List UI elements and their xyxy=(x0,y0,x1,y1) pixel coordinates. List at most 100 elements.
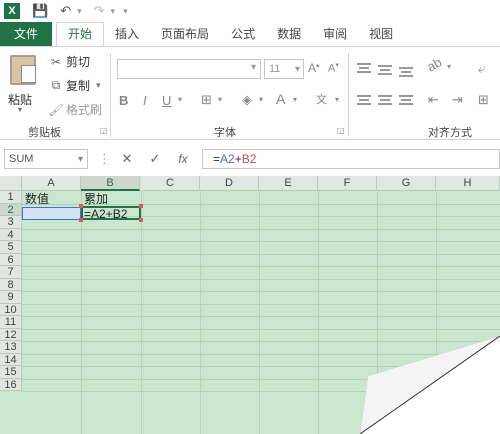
gridline xyxy=(22,291,500,292)
column-header[interactable]: B xyxy=(81,176,140,191)
shrink-font-icon[interactable]: A▾ xyxy=(328,61,339,75)
merge-center-icon[interactable]: ⊞ xyxy=(478,92,489,108)
tab-insert[interactable]: 插入 xyxy=(104,22,150,46)
ref-handle[interactable] xyxy=(139,204,143,208)
fill-color-dropdown-icon[interactable]: ▾ xyxy=(259,95,263,104)
tab-home[interactable]: 开始 xyxy=(56,22,105,46)
enter-icon[interactable]: ✓ xyxy=(146,149,164,169)
gridline xyxy=(22,303,500,305)
redo-icon[interactable]: ↷ xyxy=(94,3,105,19)
tab-review[interactable]: 审阅 xyxy=(312,22,358,46)
align-center-icon[interactable] xyxy=(378,95,392,105)
row-header[interactable]: 12 xyxy=(0,328,22,341)
column-header[interactable]: A xyxy=(22,176,81,191)
cell-b2[interactable]: =A2+B2 xyxy=(82,208,127,220)
undo-icon[interactable]: ↶ xyxy=(60,3,71,19)
border-icon[interactable]: ⊞ xyxy=(201,92,212,108)
worksheet-grid[interactable]: 数值 累加 =A2+B2 A B C D E F G H 1 2 3 4 5 6 7 8 9 10 11 12 13 14… xyxy=(0,176,500,434)
formula-input[interactable]: =A2+B2 xyxy=(202,149,500,169)
row-header[interactable]: 10 xyxy=(0,303,22,316)
font-color-dropdown-icon[interactable]: ▾ xyxy=(293,95,297,104)
fill-color-icon[interactable]: ◈ xyxy=(242,92,252,108)
align-bottom-icon[interactable] xyxy=(399,67,413,77)
select-all-corner[interactable] xyxy=(0,176,22,191)
decrease-indent-icon[interactable]: ⇤ xyxy=(428,92,439,108)
name-box[interactable]: SUM xyxy=(4,149,88,169)
row-header[interactable]: 16 xyxy=(0,378,22,391)
tab-file[interactable]: 文件 xyxy=(0,22,53,46)
undo-dropdown-icon[interactable]: ▾ xyxy=(77,6,82,17)
ribbon: 粘贴 ▾ ✂ 剪切 ⧉ 复制 ▾ 🖌 格式刷 剪贴板 ◲ 11 A▴ A▾ B … xyxy=(0,46,500,140)
paste-icon[interactable] xyxy=(10,55,36,85)
row-header[interactable]: 14 xyxy=(0,353,22,366)
align-left-icon[interactable] xyxy=(357,95,371,105)
column-header[interactable]: H xyxy=(436,176,500,191)
copy-button[interactable]: ⧉ 复制 ▾ xyxy=(48,77,101,94)
redo-dropdown-icon[interactable]: ▾ xyxy=(111,6,116,17)
align-top-icon[interactable] xyxy=(357,63,371,73)
paste-dropdown-icon[interactable]: ▾ xyxy=(18,105,22,114)
clipboard-launcher-icon[interactable]: ◲ xyxy=(100,126,108,135)
row-header[interactable]: 15 xyxy=(0,366,22,379)
bold-icon[interactable]: B xyxy=(119,93,128,108)
insert-function-icon[interactable]: fx xyxy=(174,149,192,169)
row-header[interactable]: 2 xyxy=(0,203,22,216)
row-header[interactable]: 7 xyxy=(0,266,22,279)
align-right-icon[interactable] xyxy=(399,95,413,105)
underline-icon[interactable]: U xyxy=(162,93,171,108)
formula-ref-a: A2 xyxy=(220,152,235,166)
orientation-dropdown-icon[interactable]: ▾ xyxy=(447,62,451,71)
row-header[interactable]: 3 xyxy=(0,216,22,229)
row-header[interactable]: 9 xyxy=(0,291,22,304)
underline-dropdown-icon[interactable]: ▾ xyxy=(178,95,182,104)
grow-font-icon[interactable]: A▴ xyxy=(308,61,320,75)
cell-a2-reference-highlight[interactable] xyxy=(22,207,81,220)
column-header[interactable]: F xyxy=(318,176,377,191)
font-launcher-icon[interactable]: ◲ xyxy=(337,126,345,135)
scissors-icon: ✂ xyxy=(50,54,62,69)
row-header[interactable]: 6 xyxy=(0,253,22,266)
font-size-select[interactable]: 11 xyxy=(264,59,304,79)
formula-bar: SUM ⋮ ✕ ✓ fx =A2+B2 xyxy=(0,142,500,176)
tab-page-layout[interactable]: 页面布局 xyxy=(150,22,220,46)
tab-formulas[interactable]: 公式 xyxy=(220,22,266,46)
brush-icon: 🖌 xyxy=(48,102,64,117)
tab-view[interactable]: 视图 xyxy=(358,22,404,46)
increase-indent-icon[interactable]: ⇥ xyxy=(452,92,463,108)
row-header[interactable]: 11 xyxy=(0,316,22,329)
cell-b1[interactable]: 累加 xyxy=(82,193,108,205)
row-header[interactable]: 1 xyxy=(0,191,22,204)
clipboard-group-label: 剪贴板 xyxy=(28,127,61,139)
copy-dropdown-icon[interactable]: ▾ xyxy=(96,80,101,91)
divider xyxy=(110,53,111,137)
cancel-icon[interactable]: ✕ xyxy=(118,149,136,169)
row-header[interactable]: 4 xyxy=(0,228,22,241)
formula-ref-b: B2 xyxy=(241,152,257,166)
gridline xyxy=(22,228,500,230)
format-painter-button[interactable]: 🖌 格式刷 xyxy=(48,101,102,118)
column-header[interactable]: C xyxy=(141,176,200,191)
formula-bar-grip-icon: ⋮ xyxy=(98,151,111,166)
font-name-select[interactable] xyxy=(117,59,261,79)
save-icon[interactable]: 💾 xyxy=(32,3,48,19)
border-dropdown-icon[interactable]: ▾ xyxy=(218,95,222,104)
column-header[interactable]: G xyxy=(377,176,436,191)
column-header[interactable]: D xyxy=(200,176,259,191)
row-header[interactable]: 13 xyxy=(0,341,22,354)
row-header[interactable]: 8 xyxy=(0,278,22,291)
ref-handle[interactable] xyxy=(139,218,143,222)
align-middle-icon[interactable] xyxy=(378,65,392,75)
phonetic-dropdown-icon[interactable]: ▾ xyxy=(335,95,339,104)
column-header[interactable]: E xyxy=(259,176,318,191)
cell-a1[interactable]: 数值 xyxy=(23,193,49,205)
italic-icon[interactable]: I xyxy=(143,93,147,108)
customize-toolbar-icon[interactable]: ▾ xyxy=(123,6,128,17)
orientation-icon[interactable]: ab xyxy=(424,54,444,74)
phonetic-icon[interactable]: 文 xyxy=(316,91,327,107)
font-color-icon[interactable]: A xyxy=(276,91,285,107)
tab-data[interactable]: 数据 xyxy=(266,22,312,46)
cut-button[interactable]: ✂ 剪切 xyxy=(48,53,90,70)
cut-label: 剪切 xyxy=(66,55,91,69)
wrap-text-icon[interactable]: ⤶ xyxy=(478,61,485,77)
row-header[interactable]: 5 xyxy=(0,241,22,254)
